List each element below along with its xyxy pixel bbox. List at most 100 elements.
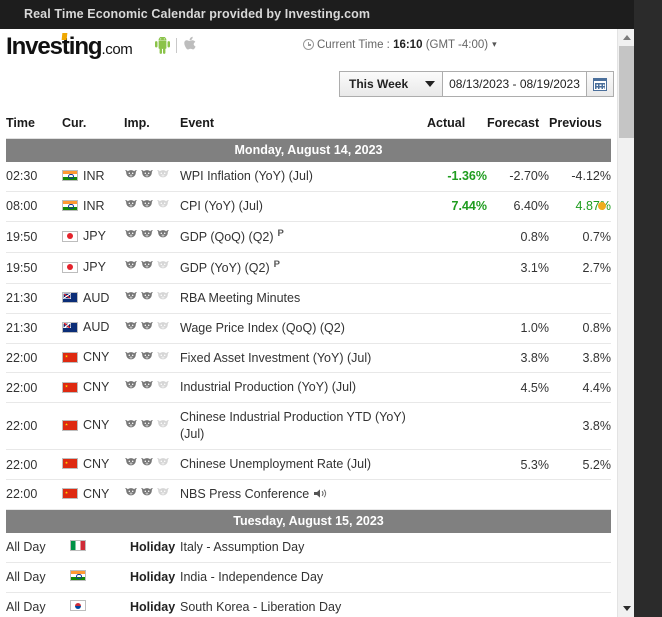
cell-time: 22:00: [6, 402, 62, 451]
cell-event[interactable]: WPI Inflation (YoY) (Jul): [180, 162, 427, 192]
table-row[interactable]: All Day Holiday Italy - Assumption Day: [6, 532, 611, 563]
bull-empty-icon: [157, 419, 169, 428]
column-header-event[interactable]: Event: [180, 110, 427, 139]
flag-icon-cn: [62, 351, 78, 363]
column-header-time[interactable]: Time: [6, 110, 62, 139]
bull-empty-icon: [157, 381, 169, 389]
cell-time: All Day: [6, 532, 62, 563]
scroll-up-arrow-icon[interactable]: [618, 29, 635, 46]
cell-importance: [124, 162, 180, 192]
cell-actual: [427, 343, 487, 374]
logo-accent-dot: [61, 33, 68, 40]
cell-currency: JPY: [62, 221, 124, 253]
bull-filled-icon: [141, 321, 153, 330]
table-row[interactable]: All Day Holiday India - Independence Day: [6, 562, 611, 593]
date-range-input[interactable]: 08/13/2023 - 08/19/2023: [442, 71, 587, 97]
cell-event[interactable]: GDP (YoY) (Q2) P: [180, 252, 427, 284]
cell-time: 22:00: [6, 343, 62, 374]
cell-importance: Holiday: [124, 562, 180, 593]
importance-indicator: [124, 380, 170, 392]
cell-importance: Holiday: [124, 532, 180, 563]
android-icon[interactable]: [155, 36, 170, 54]
app-root: Real Time Economic Calendar provided by …: [0, 0, 662, 617]
cell-previous: 0.8%: [549, 313, 611, 344]
column-header-actual[interactable]: Actual: [427, 110, 487, 139]
current-time-value: 16:10: [393, 39, 423, 51]
table-row[interactable]: 22:00 CNY Chinese Industrial Production YT…: [6, 402, 611, 451]
period-select[interactable]: This Week: [339, 71, 442, 97]
cell-importance: [124, 479, 180, 510]
apple-icon[interactable]: [184, 36, 197, 53]
scroll-down-arrow-icon[interactable]: [618, 600, 635, 617]
table-row[interactable]: 22:00 CNY Chinese Unemployment Rate (Jul) 5…: [6, 449, 611, 480]
table-row[interactable]: 22:00 CNY Industrial Production (YoY) (Jul…: [6, 372, 611, 404]
table-row[interactable]: 21:30 AUD Wage Price Index (QoQ) (Q2) 1.0% 0…: [6, 313, 611, 344]
bull-filled-icon: [125, 261, 137, 269]
column-header-importance[interactable]: Imp.: [124, 110, 180, 139]
cell-time: 19:50: [6, 252, 62, 284]
cell-previous: 5.2%: [549, 449, 611, 480]
cell-event[interactable]: Chinese Industrial Production YTD (YoY) …: [180, 402, 427, 451]
bull-filled-icon: [141, 199, 153, 208]
importance-indicator: [124, 321, 170, 333]
chevron-down-icon: [425, 81, 435, 87]
cell-time: 02:30: [6, 162, 62, 192]
investing-logo[interactable]: Investing.com: [6, 33, 133, 60]
clock-icon: [303, 39, 314, 50]
preliminary-marker: P: [277, 227, 284, 239]
currency-code: CNY: [83, 380, 110, 395]
cell-event[interactable]: Fixed Asset Investment (YoY) (Jul): [180, 343, 427, 374]
cell-event[interactable]: CPI (YoY) (Jul): [180, 191, 427, 222]
cell-currency: CNY: [62, 343, 124, 374]
cell-currency: CNY: [62, 372, 124, 404]
bull-empty-icon: [157, 261, 169, 269]
cell-event[interactable]: India - Independence Day: [180, 562, 427, 593]
table-row[interactable]: 22:00 CNY NBS Press Conference: [6, 479, 611, 510]
cell-event[interactable]: GDP (QoQ) (Q2) P: [180, 221, 427, 253]
cell-event[interactable]: NBS Press Conference: [180, 479, 427, 510]
column-header-currency[interactable]: Cur.: [62, 110, 124, 139]
table-row[interactable]: 19:50 JPY GDP (QoQ) (Q2) P 0.8% 0.7%: [6, 221, 611, 253]
bull-empty-icon: [157, 291, 169, 300]
cell-forecast: 3.1%: [487, 252, 549, 284]
cell-time: 22:00: [6, 479, 62, 510]
table-row[interactable]: 02:30 INR WPI Inflation (YoY) (Jul) -1.36% -…: [6, 162, 611, 192]
logo-name: Investing: [6, 33, 103, 60]
cell-event[interactable]: Industrial Production (YoY) (Jul): [180, 372, 427, 404]
table-row[interactable]: 19:50 JPY GDP (YoY) (Q2) P 3.1% 2.7%: [6, 252, 611, 284]
cell-event[interactable]: RBA Meeting Minutes: [180, 283, 427, 314]
table-row[interactable]: 08:00 INR CPI (YoY) (Jul) 7.44% 6.40% 4.87%: [6, 191, 611, 222]
flag-icon-au: [62, 321, 78, 333]
day-header-label: Monday, August 14, 2023: [6, 138, 611, 162]
currency-code: CNY: [83, 418, 110, 433]
brand-header: Investing.com Current Time: 16:10 (GMT …: [0, 29, 617, 66]
scrollbar-thumb[interactable]: [619, 46, 634, 138]
bull-filled-icon: [141, 261, 153, 269]
importance-indicator: [124, 199, 170, 211]
cell-event[interactable]: Chinese Unemployment Rate (Jul): [180, 449, 427, 480]
economic-calendar-table: Time Cur. Imp. Event Actual Forecast Pre…: [6, 110, 611, 617]
table-row[interactable]: All Day Holiday South Korea - Liberation D…: [6, 592, 611, 617]
flag-icon-cn: [62, 381, 78, 393]
column-header-forecast[interactable]: Forecast: [487, 110, 549, 139]
bull-filled-icon: [125, 170, 137, 178]
column-header-previous[interactable]: Previous: [549, 110, 611, 139]
calendar-picker-button[interactable]: [587, 71, 614, 97]
vertical-scrollbar[interactable]: [617, 29, 634, 617]
cell-event[interactable]: Italy - Assumption Day: [180, 532, 427, 563]
cell-previous: [549, 592, 611, 617]
cell-previous: [549, 283, 611, 314]
cell-forecast: -2.70%: [487, 162, 549, 192]
chevron-down-icon[interactable]: ▾: [492, 39, 497, 50]
cell-actual: [427, 221, 487, 253]
cell-previous: 3.8%: [549, 402, 611, 451]
current-time-display[interactable]: Current Time : 16:10 (GMT -4:00) ▾: [303, 39, 497, 51]
table-row[interactable]: 22:00 CNY Fixed Asset Investment (YoY) (Ju…: [6, 343, 611, 374]
cell-currency: [62, 532, 124, 563]
cell-forecast: 6.40%: [487, 191, 549, 222]
currency-code: CNY: [83, 486, 110, 501]
cell-actual: [427, 402, 487, 451]
cell-event[interactable]: Wage Price Index (QoQ) (Q2): [180, 313, 427, 344]
cell-event[interactable]: South Korea - Liberation Day: [180, 592, 427, 617]
table-row[interactable]: 21:30 AUD RBA Meeting Minutes: [6, 283, 611, 314]
